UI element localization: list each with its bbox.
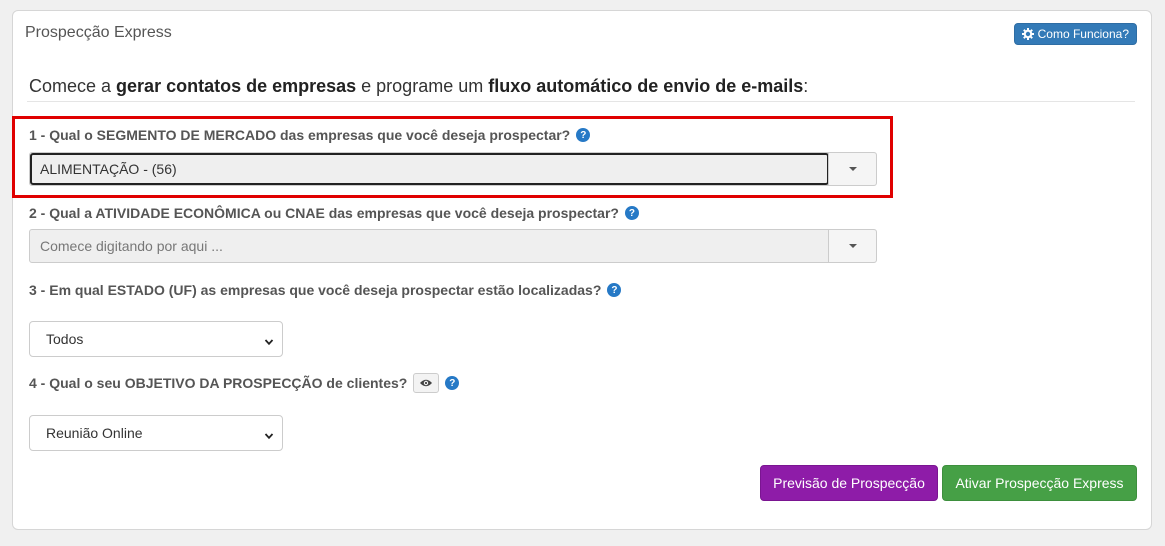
chevron-down-icon	[264, 428, 274, 444]
question-2-label: 2 - Qual a ATIVIDADE ECONÔMICA ou CNAE d…	[29, 205, 639, 221]
eye-button[interactable]	[413, 373, 440, 393]
question-help-icon[interactable]: ?	[624, 206, 639, 220]
intro-part2: e programe um	[356, 76, 489, 96]
highlight-box	[12, 116, 893, 198]
question-4-text: 4 - Qual o seu OBJETIVO DA PROSPECÇÃO de…	[29, 375, 408, 391]
prospeccao-panel: Prospecção Express Como Funciona? Comece…	[12, 10, 1152, 530]
objetivo-select[interactable]: Reunião Online	[29, 415, 283, 451]
question-2-text: 2 - Qual a ATIVIDADE ECONÔMICA ou CNAE d…	[29, 205, 619, 221]
divider	[27, 101, 1135, 102]
caret-down-icon	[848, 244, 857, 248]
intro-part3: :	[803, 76, 809, 96]
como-funciona-button[interactable]: Como Funciona?	[1013, 23, 1137, 45]
intro-part1: Comece a	[29, 76, 117, 96]
eye-icon	[420, 379, 433, 387]
question-3-label: 3 - Em qual ESTADO (UF) as empresas que …	[29, 282, 622, 298]
question-help-icon[interactable]: ?	[445, 376, 460, 390]
panel-title: Prospecção Express	[25, 24, 172, 41]
question-4-label: 4 - Qual o seu OBJETIVO DA PROSPECÇÃO de…	[29, 373, 460, 393]
intro-text: Comece a gerar contatos de empresas e pr…	[29, 76, 808, 97]
como-funciona-label: Como Funciona?	[1037, 27, 1129, 41]
chevron-down-icon	[264, 334, 274, 350]
ativar-button[interactable]: Ativar Prospecção Express	[942, 465, 1137, 501]
cnae-dropdown-button[interactable]	[828, 230, 876, 262]
intro-bold1: gerar contatos de empresas	[116, 76, 357, 96]
question-help-icon[interactable]: ?	[607, 283, 622, 297]
intro-bold2: fluxo automático de envio de e-mails	[488, 76, 804, 96]
objetivo-value: Reunião Online	[46, 425, 143, 441]
question-3-text: 3 - Em qual ESTADO (UF) as empresas que …	[29, 282, 602, 298]
previsao-button[interactable]: Previsão de Prospecção	[760, 465, 938, 501]
estado-select[interactable]: Todos	[29, 321, 283, 357]
cnae-placeholder: Comece digitando por aqui ...	[40, 238, 223, 254]
cnae-select[interactable]: Comece digitando por aqui ...	[29, 229, 877, 263]
estado-value: Todos	[46, 331, 84, 347]
gear-icon	[1021, 28, 1034, 40]
